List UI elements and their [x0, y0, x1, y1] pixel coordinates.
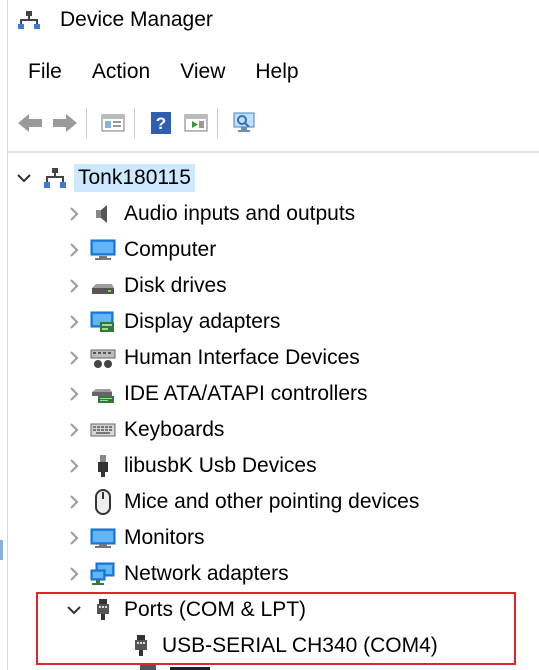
help-icon[interactable]: ? [146, 108, 176, 138]
menu-file[interactable]: File [28, 60, 62, 84]
menu-bar: File Action View Help [10, 52, 539, 92]
annotation-highlight-box [36, 592, 516, 665]
window-left-border [0, 0, 8, 670]
toolbar: ? [10, 100, 539, 146]
monitor-icon [90, 525, 116, 551]
menu-action[interactable]: Action [92, 60, 150, 84]
device-manager-icon [16, 7, 42, 33]
chevron-right-icon[interactable] [64, 204, 84, 224]
run-icon[interactable] [181, 108, 211, 138]
next-row-cutoff [140, 661, 220, 670]
category-ide-controllers[interactable]: IDE ATA/ATAPI controllers [64, 376, 368, 412]
category-label: Keyboards [124, 418, 225, 441]
chevron-right-icon[interactable] [64, 348, 84, 368]
computer-tree-icon [42, 165, 68, 191]
category-label: libusbK Usb Devices [124, 454, 317, 477]
chevron-right-icon[interactable] [64, 492, 84, 512]
category-label: Disk drives [124, 274, 227, 297]
category-label: Computer [124, 238, 217, 261]
keyboard-icon [90, 417, 116, 443]
root-computer-name[interactable]: Tonk180115 [74, 164, 195, 192]
forward-icon[interactable] [50, 108, 80, 138]
properties-icon[interactable] [98, 108, 128, 138]
category-computer[interactable]: Computer [64, 232, 216, 268]
window-title: Device Manager [60, 8, 213, 31]
category-libusbk[interactable]: libusbK Usb Devices [64, 448, 317, 484]
category-network-adapters[interactable]: Network adapters [64, 556, 289, 592]
category-keyboards[interactable]: Keyboards [64, 412, 224, 448]
menu-view[interactable]: View [180, 60, 225, 84]
chevron-right-icon[interactable] [64, 528, 84, 548]
category-label: Monitors [124, 526, 205, 549]
usb-plug-icon [90, 453, 116, 479]
computer-icon [90, 237, 116, 263]
hid-icon [90, 345, 116, 371]
category-audio[interactable]: Audio inputs and outputs [64, 196, 355, 232]
side-marker [0, 540, 3, 560]
menu-help[interactable]: Help [255, 60, 298, 84]
chevron-right-icon[interactable] [64, 276, 84, 296]
chevron-right-icon[interactable] [64, 564, 84, 584]
chevron-right-icon[interactable] [64, 240, 84, 260]
chevron-right-icon[interactable] [64, 456, 84, 476]
chevron-right-icon[interactable] [64, 312, 84, 332]
category-display-adapters[interactable]: Display adapters [64, 304, 280, 340]
disk-drive-icon [90, 273, 116, 299]
ide-controller-icon [90, 381, 116, 407]
mouse-icon [90, 489, 116, 515]
category-label: Human Interface Devices [124, 346, 360, 369]
toolbar-separator [217, 108, 218, 138]
scan-hardware-icon[interactable] [229, 108, 259, 138]
tree-root[interactable]: Tonk180115 [14, 160, 195, 196]
chevron-right-icon[interactable] [64, 384, 84, 404]
speaker-icon [90, 201, 116, 227]
category-hid[interactable]: Human Interface Devices [64, 340, 360, 376]
category-mice[interactable]: Mice and other pointing devices [64, 484, 419, 520]
category-label: Display adapters [124, 310, 281, 333]
tree-border [8, 151, 539, 153]
chevron-right-icon[interactable] [64, 420, 84, 440]
category-label: Audio inputs and outputs [124, 202, 356, 225]
category-label: IDE ATA/ATAPI controllers [124, 382, 368, 405]
category-label: Mice and other pointing devices [124, 490, 420, 513]
toolbar-separator [134, 108, 135, 138]
toolbar-separator [86, 108, 87, 138]
chevron-down-icon[interactable] [14, 168, 34, 188]
category-label: Network adapters [124, 562, 289, 585]
display-adapter-icon [90, 309, 116, 335]
svg-text:?: ? [156, 114, 166, 133]
category-disk-drives[interactable]: Disk drives [64, 268, 227, 304]
title-bar: Device Manager [10, 0, 539, 40]
back-icon[interactable] [15, 108, 45, 138]
network-adapter-icon [90, 561, 116, 587]
category-monitors[interactable]: Monitors [64, 520, 205, 556]
